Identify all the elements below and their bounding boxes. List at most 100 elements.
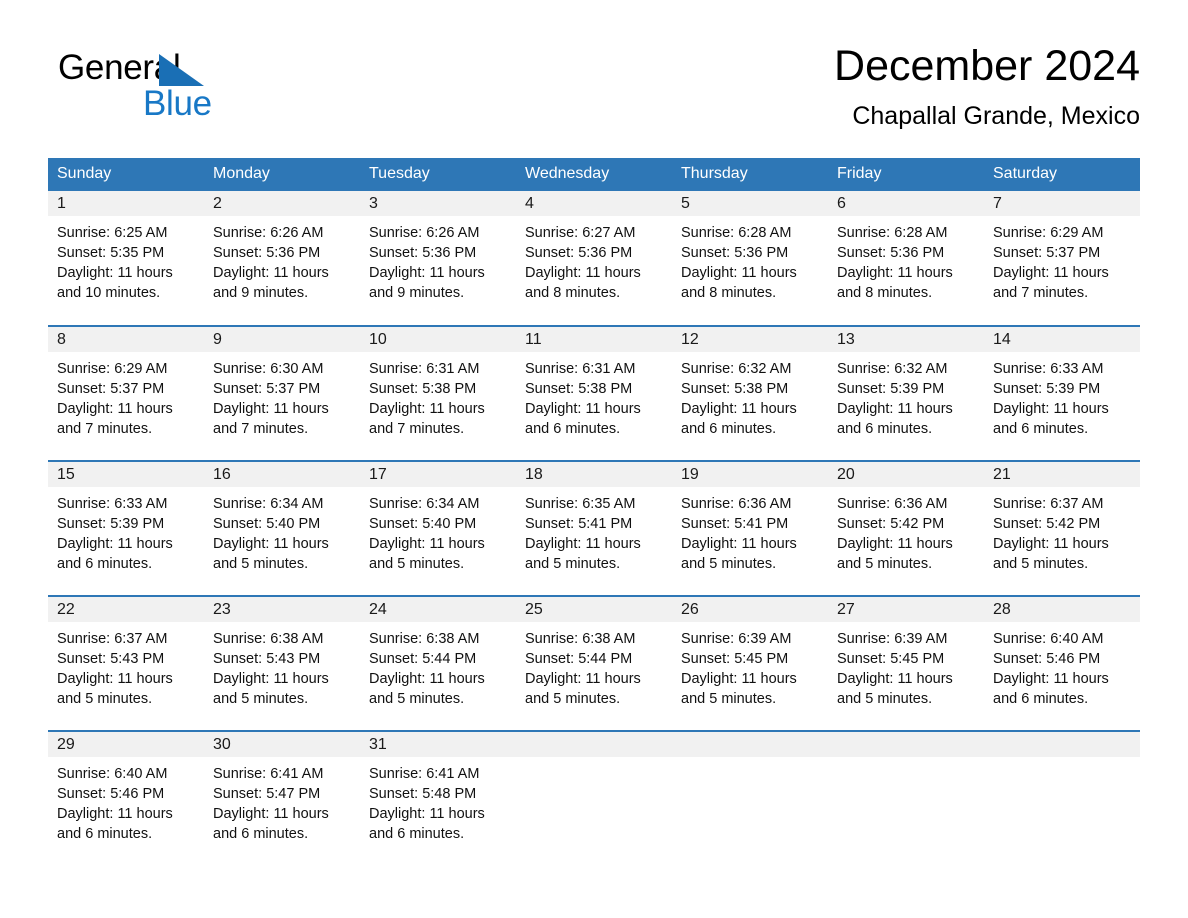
sunrise-text: Sunrise: 6:40 AM (993, 631, 1104, 647)
day-details: Sunrise: 6:27 AM Sunset: 5:36 PM Dayligh… (516, 216, 672, 303)
day-details: Sunrise: 6:30 AM Sunset: 5:37 PM Dayligh… (204, 352, 360, 439)
day-cell[interactable]: 3 Sunrise: 6:26 AM Sunset: 5:36 PM Dayli… (360, 191, 516, 326)
sunset-text: Sunset: 5:44 PM (369, 651, 477, 667)
day-cell[interactable]: 24 Sunrise: 6:38 AM Sunset: 5:44 PM Dayl… (360, 595, 516, 731)
day-number-bar: 22 (48, 597, 204, 622)
day-number-bar: 12 (672, 327, 828, 352)
day-cell[interactable]: 20 Sunrise: 6:36 AM Sunset: 5:42 PM Dayl… (828, 460, 984, 596)
day-cell[interactable]: 25 Sunrise: 6:38 AM Sunset: 5:44 PM Dayl… (516, 595, 672, 731)
day-cell[interactable]: 28 Sunrise: 6:40 AM Sunset: 5:46 PM Dayl… (984, 595, 1140, 731)
sunset-text: Sunset: 5:36 PM (525, 245, 633, 261)
page-title: December 2024 (834, 42, 1140, 90)
day-number: 15 (57, 466, 75, 483)
daylight-text-line1: Daylight: 11 hours (681, 265, 797, 281)
day-cell[interactable]: 21 Sunrise: 6:37 AM Sunset: 5:42 PM Dayl… (984, 460, 1140, 596)
daylight-text-line1: Daylight: 11 hours (57, 401, 173, 417)
sunrise-text: Sunrise: 6:33 AM (57, 496, 168, 512)
daylight-text-line1: Daylight: 11 hours (837, 671, 953, 687)
brand-name-blue: Blue (143, 84, 212, 123)
day-cell[interactable]: 10 Sunrise: 6:31 AM Sunset: 5:38 PM Dayl… (360, 325, 516, 461)
day-number: 8 (57, 331, 66, 348)
sunrise-text: Sunrise: 6:31 AM (369, 361, 480, 377)
daylight-text-line1: Daylight: 11 hours (837, 401, 953, 417)
day-number-bar: 24 (360, 597, 516, 622)
sunrise-text: Sunrise: 6:25 AM (57, 225, 168, 241)
day-number-bar: 27 (828, 597, 984, 622)
day-details: Sunrise: 6:32 AM Sunset: 5:38 PM Dayligh… (672, 352, 828, 439)
day-details: Sunrise: 6:40 AM Sunset: 5:46 PM Dayligh… (48, 757, 204, 844)
day-number-bar: 25 (516, 597, 672, 622)
sunset-text: Sunset: 5:38 PM (681, 381, 789, 397)
sunset-text: Sunset: 5:46 PM (57, 786, 165, 802)
day-cell[interactable]: 14 Sunrise: 6:33 AM Sunset: 5:39 PM Dayl… (984, 325, 1140, 461)
sunset-text: Sunset: 5:47 PM (213, 786, 321, 802)
calendar-header-row: Sunday Monday Tuesday Wednesday Thursday… (48, 158, 1140, 191)
day-cell[interactable]: 26 Sunrise: 6:39 AM Sunset: 5:45 PM Dayl… (672, 595, 828, 731)
day-cell[interactable]: 13 Sunrise: 6:32 AM Sunset: 5:39 PM Dayl… (828, 325, 984, 461)
day-number: 17 (369, 466, 387, 483)
daylight-text-line2: and 8 minutes. (525, 285, 621, 301)
day-cell[interactable]: 11 Sunrise: 6:31 AM Sunset: 5:38 PM Dayl… (516, 325, 672, 461)
calendar-week-row: 8 Sunrise: 6:29 AM Sunset: 5:37 PM Dayli… (48, 325, 1140, 461)
sunrise-text: Sunrise: 6:27 AM (525, 225, 636, 241)
day-number: 24 (369, 601, 387, 618)
day-cell[interactable]: 22 Sunrise: 6:37 AM Sunset: 5:43 PM Dayl… (48, 595, 204, 731)
day-cell[interactable]: 16 Sunrise: 6:34 AM Sunset: 5:40 PM Dayl… (204, 460, 360, 596)
day-cell[interactable]: 17 Sunrise: 6:34 AM Sunset: 5:40 PM Dayl… (360, 460, 516, 596)
sunrise-text: Sunrise: 6:32 AM (837, 361, 948, 377)
day-details: Sunrise: 6:28 AM Sunset: 5:36 PM Dayligh… (828, 216, 984, 303)
page-header: General Blue December 2024 Chapallal Gra… (48, 40, 1140, 150)
daylight-text-line2: and 6 minutes. (993, 421, 1089, 437)
day-cell[interactable]: 8 Sunrise: 6:29 AM Sunset: 5:37 PM Dayli… (48, 325, 204, 461)
sunset-text: Sunset: 5:43 PM (57, 651, 165, 667)
daylight-text-line2: and 10 minutes. (57, 285, 161, 301)
day-cell[interactable]: 30 Sunrise: 6:41 AM Sunset: 5:47 PM Dayl… (204, 730, 360, 866)
day-cell[interactable]: 5 Sunrise: 6:28 AM Sunset: 5:36 PM Dayli… (672, 191, 828, 326)
daylight-text-line2: and 5 minutes. (837, 556, 933, 572)
daylight-text-line2: and 7 minutes. (369, 421, 465, 437)
general-blue-logo: General Blue (58, 48, 378, 140)
day-cell[interactable]: 2 Sunrise: 6:26 AM Sunset: 5:36 PM Dayli… (204, 191, 360, 326)
sunset-text: Sunset: 5:42 PM (837, 516, 945, 532)
day-cell[interactable]: 7 Sunrise: 6:29 AM Sunset: 5:37 PM Dayli… (984, 191, 1140, 326)
day-details: Sunrise: 6:33 AM Sunset: 5:39 PM Dayligh… (48, 487, 204, 574)
day-cell[interactable]: 31 Sunrise: 6:41 AM Sunset: 5:48 PM Dayl… (360, 730, 516, 866)
sunrise-text: Sunrise: 6:38 AM (525, 631, 636, 647)
daylight-text-line2: and 5 minutes. (369, 691, 465, 707)
calendar-week-row: 15 Sunrise: 6:33 AM Sunset: 5:39 PM Dayl… (48, 460, 1140, 596)
daylight-text-line1: Daylight: 11 hours (57, 265, 173, 281)
day-cell[interactable]: 18 Sunrise: 6:35 AM Sunset: 5:41 PM Dayl… (516, 460, 672, 596)
day-number: 14 (993, 331, 1011, 348)
daylight-text-line2: and 9 minutes. (369, 285, 465, 301)
day-cell[interactable]: 12 Sunrise: 6:32 AM Sunset: 5:38 PM Dayl… (672, 325, 828, 461)
day-number-bar: 20 (828, 462, 984, 487)
day-cell[interactable]: 23 Sunrise: 6:38 AM Sunset: 5:43 PM Dayl… (204, 595, 360, 731)
day-details: Sunrise: 6:41 AM Sunset: 5:48 PM Dayligh… (360, 757, 516, 844)
sunset-text: Sunset: 5:38 PM (369, 381, 477, 397)
sunset-text: Sunset: 5:36 PM (681, 245, 789, 261)
daylight-text-line1: Daylight: 11 hours (993, 536, 1109, 552)
daylight-text-line1: Daylight: 11 hours (213, 536, 329, 552)
day-cell[interactable]: 4 Sunrise: 6:27 AM Sunset: 5:36 PM Dayli… (516, 191, 672, 326)
sunrise-text: Sunrise: 6:33 AM (993, 361, 1104, 377)
day-cell[interactable]: 19 Sunrise: 6:36 AM Sunset: 5:41 PM Dayl… (672, 460, 828, 596)
sunset-text: Sunset: 5:44 PM (525, 651, 633, 667)
day-cell[interactable]: 6 Sunrise: 6:28 AM Sunset: 5:36 PM Dayli… (828, 191, 984, 326)
day-cell[interactable]: 1 Sunrise: 6:25 AM Sunset: 5:35 PM Dayli… (48, 191, 204, 326)
sunset-text: Sunset: 5:43 PM (213, 651, 321, 667)
daylight-text-line1: Daylight: 11 hours (837, 265, 953, 281)
day-cell[interactable]: 27 Sunrise: 6:39 AM Sunset: 5:45 PM Dayl… (828, 595, 984, 731)
day-number-bar: 19 (672, 462, 828, 487)
weekday-header-thursday: Thursday (672, 158, 828, 191)
day-number: 3 (369, 195, 378, 212)
day-cell[interactable]: 29 Sunrise: 6:40 AM Sunset: 5:46 PM Dayl… (48, 730, 204, 866)
sunrise-text: Sunrise: 6:34 AM (369, 496, 480, 512)
day-cell[interactable]: 9 Sunrise: 6:30 AM Sunset: 5:37 PM Dayli… (204, 325, 360, 461)
title-block: December 2024 Chapallal Grande, Mexico (834, 40, 1140, 132)
day-number-bar: 18 (516, 462, 672, 487)
day-details: Sunrise: 6:37 AM Sunset: 5:42 PM Dayligh… (984, 487, 1140, 574)
day-cell[interactable]: 15 Sunrise: 6:33 AM Sunset: 5:39 PM Dayl… (48, 460, 204, 596)
day-cell-empty (672, 730, 828, 866)
sunset-text: Sunset: 5:35 PM (57, 245, 165, 261)
sunrise-text: Sunrise: 6:32 AM (681, 361, 792, 377)
